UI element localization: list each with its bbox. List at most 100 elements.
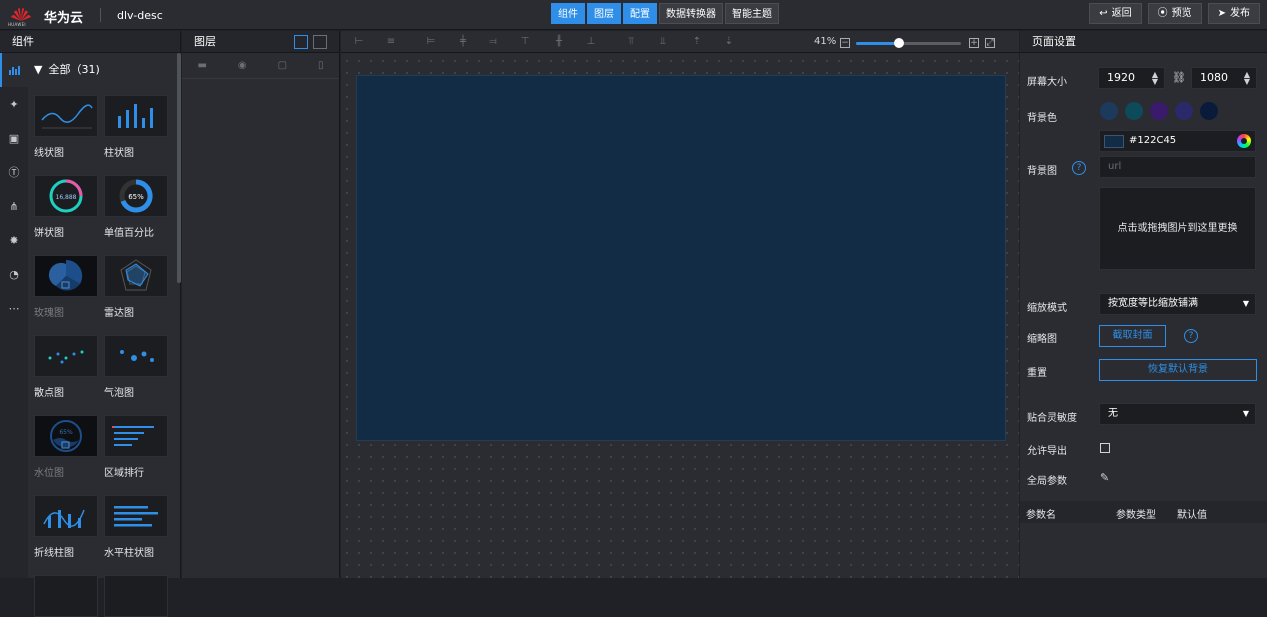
back-button[interactable]: ↩ 返回 xyxy=(1089,3,1142,24)
component-label: 折线柱图 xyxy=(34,548,74,559)
component-label: 雷达图 xyxy=(104,308,134,319)
restore-background-button[interactable]: 恢复默认背景 xyxy=(1099,359,1257,381)
component-bar-chart[interactable]: 柱状图 xyxy=(104,95,168,159)
width-input[interactable]: 1920 ▲ ▼ xyxy=(1098,67,1165,89)
align-top-icon[interactable]: ⊤ xyxy=(519,36,531,48)
preview-label: 预览 xyxy=(1171,7,1192,19)
brand-title: 华为云 xyxy=(44,11,84,26)
tab-layers[interactable]: 图层 xyxy=(587,3,621,24)
caret-down-icon: ▼ xyxy=(34,62,43,76)
layer-panel-header: 图层 xyxy=(182,31,339,53)
grid-view-icon[interactable] xyxy=(294,35,308,49)
zoom-level: 41% xyxy=(814,36,837,47)
media-category-icon[interactable]: ▣ xyxy=(0,121,28,155)
layer-panel-title: 图层 xyxy=(194,35,216,48)
height-input[interactable]: 1080 ▲ ▼ xyxy=(1191,67,1257,89)
component-horizontal-bar[interactable]: 水平柱状图 xyxy=(104,495,168,559)
component-more-1[interactable] xyxy=(34,575,98,617)
align-left-icon[interactable]: ⊨ xyxy=(425,36,437,48)
map-category-icon[interactable]: ✦ xyxy=(0,87,28,121)
eye-icon[interactable]: ◉ xyxy=(238,60,247,71)
help-icon[interactable]: ? xyxy=(1072,161,1086,175)
move-up-icon[interactable]: ⇡ xyxy=(691,36,703,48)
category-header[interactable]: ▼ 全部（31) xyxy=(34,61,100,77)
color-preview-chip xyxy=(1104,135,1124,148)
component-rose-chart[interactable]: 玫瑰图 xyxy=(34,255,98,319)
height-stepper-icon[interactable]: ▲ ▼ xyxy=(1244,71,1250,86)
header-divider xyxy=(100,8,101,22)
width-stepper-icon[interactable]: ▲ ▼ xyxy=(1152,71,1158,86)
component-radar-chart[interactable]: 雷达图 xyxy=(104,255,168,319)
more-category-icon[interactable]: ⋯ xyxy=(0,291,28,325)
color-swatch[interactable] xyxy=(1175,102,1193,120)
publish-label: 发布 xyxy=(1230,7,1250,19)
canvas-stage[interactable] xyxy=(356,75,1006,441)
text-category-icon[interactable]: Ⓣ xyxy=(0,155,28,189)
align-right-icon[interactable]: ⫤ xyxy=(487,36,499,48)
component-label: 气泡图 xyxy=(104,388,134,399)
zoom-in-icon[interactable]: + xyxy=(969,38,979,48)
folder-icon[interactable]: ▬ xyxy=(197,60,206,71)
params-table-header: 参数名 参数类型 默认值 xyxy=(1020,501,1267,523)
capture-cover-button[interactable]: 截取封面 xyxy=(1099,325,1166,347)
tab-smart-theme[interactable]: 智能主题 xyxy=(725,3,779,24)
distribute-h-icon[interactable]: ⫪ xyxy=(625,36,637,48)
help-icon[interactable]: ? xyxy=(1184,329,1198,343)
snap-sensitivity-select[interactable]: 无 ▼ xyxy=(1099,403,1256,425)
align-left-edge-icon[interactable]: ⊢ xyxy=(353,36,365,48)
color-swatch[interactable] xyxy=(1125,102,1143,120)
component-water-level[interactable]: 65% 水位图 xyxy=(34,415,98,479)
component-scrollbar[interactable] xyxy=(177,53,181,283)
publish-button[interactable]: ➤ 发布 xyxy=(1207,3,1260,24)
percent-thumb-value: 65% xyxy=(128,193,144,201)
component-pie-chart[interactable]: 16,888 饼状图 xyxy=(34,175,98,239)
component-region-ranking[interactable]: 区域排行 xyxy=(104,415,168,479)
image-drop-zone[interactable]: 点击或拖拽图片到这里更换 xyxy=(1099,187,1256,270)
color-swatch[interactable] xyxy=(1100,102,1118,120)
bg-color-input[interactable]: #122C45 xyxy=(1099,130,1256,152)
component-more-2[interactable] xyxy=(104,575,168,617)
component-label: 饼状图 xyxy=(34,228,64,239)
distribute-v-icon[interactable]: ⫫ xyxy=(657,36,669,48)
color-swatch[interactable] xyxy=(1200,102,1218,120)
tab-components[interactable]: 组件 xyxy=(551,3,585,24)
align-bottom-icon[interactable]: ⊥ xyxy=(585,36,597,48)
relation-category-icon[interactable]: ⋔ xyxy=(0,189,28,223)
zoom-out-icon[interactable]: − xyxy=(840,38,850,48)
list-view-icon[interactable] xyxy=(313,35,327,49)
color-wheel-icon[interactable] xyxy=(1237,134,1251,148)
component-scatter-chart[interactable]: 散点图 xyxy=(34,335,98,399)
tab-data-converter[interactable]: 数据转换器 xyxy=(659,3,723,24)
component-panel: 组件 ✦ ▣ Ⓣ ⋔ ✸ ◔ ⋯ ▼ 全部（31) 线状图 柱状图 16,888… xyxy=(0,31,181,617)
allow-export-checkbox[interactable] xyxy=(1100,443,1110,453)
scale-mode-select[interactable]: 按宽度等比缩放铺满 ▼ xyxy=(1099,293,1256,315)
trash-icon[interactable]: ▯ xyxy=(318,60,324,71)
component-line-chart[interactable]: 线状图 xyxy=(34,95,98,159)
move-down-icon[interactable]: ⇣ xyxy=(723,36,735,48)
rose-chart-thumb xyxy=(34,255,98,297)
material-category-icon[interactable]: ✸ xyxy=(0,223,28,257)
chevron-down-icon: ▼ xyxy=(1242,409,1249,418)
align-hcenter-icon[interactable]: ╪ xyxy=(457,36,469,48)
align-toolbar: ⊢ ≡ ⊨ ╪ ⫤ ⊤ ╫ ⊥ ⫪ ⫫ ⇡ ⇣ 41% − + ⤢ xyxy=(341,31,1019,53)
chart-category-icon[interactable] xyxy=(0,53,28,87)
zoom-slider[interactable] xyxy=(856,42,961,45)
component-bubble-chart[interactable]: 气泡图 xyxy=(104,335,168,399)
fit-screen-icon[interactable]: ⤢ xyxy=(985,38,995,48)
component-single-percent[interactable]: 65% 单值百分比 xyxy=(104,175,168,239)
zoom-slider-fill xyxy=(856,42,900,45)
align-vcenter-icon[interactable]: ╫ xyxy=(553,36,565,48)
component-line-bar-chart[interactable]: 折线柱图 xyxy=(34,495,98,559)
interaction-category-icon[interactable]: ◔ xyxy=(0,257,28,291)
tab-config[interactable]: 配置 xyxy=(623,3,657,24)
link-icon[interactable]: ⛓ xyxy=(1172,71,1186,84)
send-icon: ➤ xyxy=(1217,7,1226,19)
preview-button[interactable]: ⦿ 预览 xyxy=(1147,3,1202,24)
color-swatch[interactable] xyxy=(1150,102,1168,120)
bg-image-url-input[interactable]: url xyxy=(1099,156,1256,178)
project-name[interactable]: dlv-desc xyxy=(117,9,163,22)
zoom-slider-handle[interactable] xyxy=(894,38,905,48)
lock-icon[interactable]: ▢ xyxy=(278,60,287,71)
align-center-h-icon[interactable]: ≡ xyxy=(385,36,397,48)
edit-icon[interactable]: ✎ xyxy=(1100,471,1109,484)
